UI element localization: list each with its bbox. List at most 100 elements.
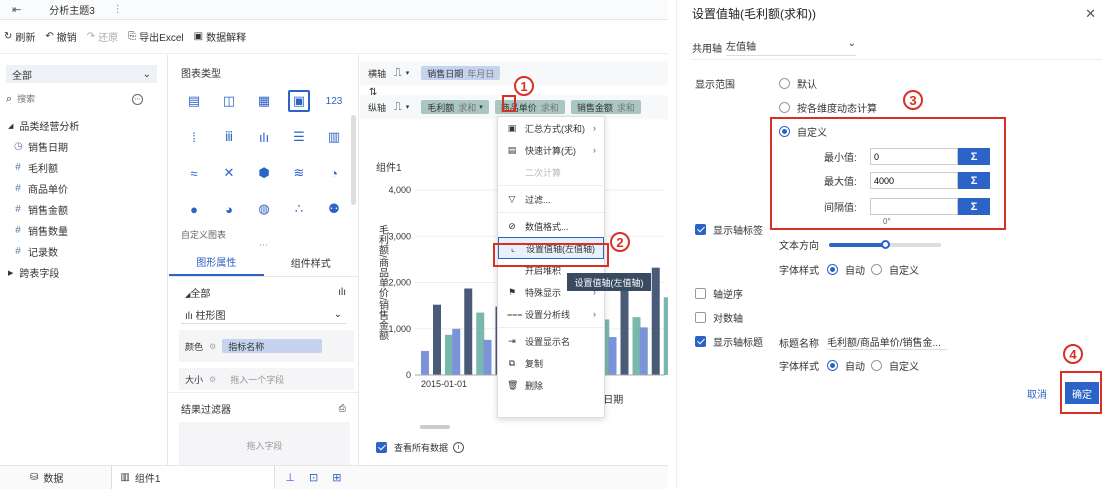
chevron-down-icon: ⌄ [142, 68, 151, 80]
area-chart-icon[interactable]: ≋ [288, 162, 310, 184]
kpi-icon[interactable]: ▣ [288, 90, 310, 112]
scatter-icon[interactable]: ∴ [288, 198, 310, 220]
close-icon[interactable]: ✕ [1085, 6, 1096, 22]
line-chart-icon[interactable]: ≈ [183, 162, 205, 184]
menu-item[interactable]: ⊘ 数值格式... [498, 215, 604, 237]
slider-handle[interactable] [881, 239, 890, 249]
add-story-icon[interactable]: ⊞ [332, 471, 341, 484]
reverse-axis-checkbox[interactable]: 轴逆序 [695, 286, 743, 301]
filter-settings-icon[interactable]: ⎙ [339, 403, 346, 414]
funnel-icon[interactable]: ◍ [253, 198, 275, 220]
step-badge-1: 1 [514, 76, 534, 96]
field-item[interactable]: # 毛利额 [0, 157, 167, 178]
show-axis-label-checkbox[interactable]: 显示轴标签 [695, 222, 763, 237]
chevron-down-icon: ▾ [405, 104, 410, 111]
prop-scrollbar[interactable] [351, 115, 356, 205]
exit-icon[interactable]: ⇤ [12, 3, 21, 16]
pie-chart-icon[interactable]: ● [183, 198, 205, 220]
drag-handle[interactable]: ⋯ [169, 241, 358, 250]
pill-dropdown-icon[interactable]: ▾ [479, 103, 483, 111]
tab-data[interactable]: ⛁ 数据 [30, 470, 63, 485]
title-font-auto-radio[interactable]: 自动 [827, 358, 865, 373]
chart-hscrollbar[interactable] [420, 425, 450, 429]
tab-component-style[interactable]: 组件样式 [264, 249, 359, 276]
table-icon[interactable]: ▤ [183, 90, 205, 112]
size-gear-icon[interactable]: ⚙ [209, 375, 216, 384]
text-direction-slider[interactable] [829, 239, 941, 249]
info-icon[interactable]: i [453, 442, 465, 453]
horizontal-bar-icon[interactable]: ☰ [288, 126, 310, 148]
size-drop-zone[interactable]: 拖入一个字段 [230, 373, 284, 386]
search-input[interactable] [17, 94, 128, 104]
export-excel-button[interactable]: ⎘ 导出Excel [128, 29, 183, 44]
add-dashboard-icon[interactable]: ⊡ [309, 471, 318, 484]
axis-type-icon[interactable]: ⎍ [394, 67, 402, 80]
more-icon[interactable]: ⋮ [113, 4, 123, 15]
field-item[interactable]: # 销售金额 [0, 199, 167, 220]
cross-table-icon[interactable]: ◫ [218, 90, 240, 112]
show-axis-title-checkbox[interactable]: 显示轴标题 [695, 334, 763, 349]
field-item[interactable]: ◷ 销售日期 [0, 136, 167, 157]
add-component-icon[interactable]: ⊥ [285, 471, 295, 484]
menu-item[interactable]: ⇥ 设置显示名 [498, 330, 604, 352]
tab-analysis-subject[interactable]: 分析主题3 [49, 2, 95, 17]
show-all-data-checkbox[interactable] [376, 442, 387, 453]
menu-item[interactable]: ▽ 过滤... [498, 188, 604, 210]
title-font-custom-radio[interactable]: 自定义 [871, 358, 919, 373]
scope-select[interactable]: 全部 ⌄ [6, 65, 157, 83]
dot-matrix-icon[interactable]: ⁞ [183, 126, 205, 148]
font-custom-radio[interactable]: 自定义 [871, 262, 919, 277]
axis-type-icon[interactable]: ⎍ [394, 101, 402, 114]
log-axis-checkbox[interactable]: 对数轴 [695, 310, 743, 325]
chevron-right-icon: › [593, 123, 596, 133]
menu-item[interactable]: ▤ 快速计算(无) › [498, 139, 604, 161]
cancel-button[interactable]: 取消 [1018, 382, 1056, 404]
color-field-pill[interactable]: 指标名称 [222, 339, 323, 353]
font-auto-radio[interactable]: 自动 [827, 262, 865, 277]
shared-axis-select[interactable]: 左值轴 ⌄ [726, 38, 856, 56]
donut-chart-icon[interactable]: ◕ [218, 198, 240, 220]
menu-item[interactable]: ⧉ 复制 [498, 352, 604, 374]
grouped-bar-icon[interactable]: ⅲ [218, 126, 240, 148]
y-field-pill[interactable]: 毛利额 求和 ▾ [421, 100, 489, 114]
refresh-button[interactable]: ↻ 刷新 [4, 29, 35, 44]
tab-component[interactable]: ▥ 组件1 [111, 465, 276, 489]
range-default-radio[interactable]: 默认 [779, 76, 817, 91]
x-field-pill[interactable]: 销售日期 年月日 [421, 66, 501, 80]
undo-button[interactable]: ↶ 撤销 [45, 29, 76, 44]
chart-kind-select[interactable]: ılı 柱形图 ⌄ [181, 306, 346, 324]
all-row[interactable]: ◢全部 ılı [169, 277, 358, 300]
bubble-icon[interactable]: ⚉ [323, 198, 345, 220]
more-options-icon[interactable]: ⋯ [132, 93, 144, 105]
stacked-bar-icon[interactable]: ▥ [323, 126, 345, 148]
detail-table-icon[interactable]: ▦ [253, 90, 275, 112]
font-style-row: 字体样式 自动 自定义 [779, 262, 919, 277]
bar-chart-icon[interactable]: ılı [253, 126, 275, 148]
add-tab-group: ⊥ ⊡ ⊞ [285, 471, 341, 484]
range-dynamic-radio[interactable]: 按各维度动态计算 [779, 100, 877, 115]
field-item[interactable]: # 商品单价 [0, 178, 167, 199]
radar-icon[interactable]: ⬢ [253, 162, 275, 184]
tab-graph-attributes[interactable]: 图形属性 [169, 249, 264, 276]
menu-item: 二次计算 [525, 167, 562, 178]
group-category-analysis[interactable]: ◢ 品类经营分析 [0, 115, 167, 136]
redo-button[interactable]: ↷ 还原 [87, 29, 118, 44]
date-field-icon: ◷ [14, 141, 23, 152]
color-gear-icon[interactable]: ⚙ [209, 342, 216, 351]
field-item[interactable]: # 销售数量 [0, 220, 167, 241]
data-interpret-button[interactable]: ▣ 数据解释 [194, 29, 246, 44]
component-title: 组件1 [376, 163, 402, 174]
filter-drop-zone[interactable]: 拖入字段 [179, 422, 350, 468]
show-all-data-row: 查看所有数据 i [376, 441, 465, 454]
field-item[interactable]: # 记录数 [0, 241, 167, 262]
property-panel: 图表类型 ▤ ◫ ▦ ▣ 123 ⁞ ⅲ ılı ☰ ▥ ≈ ✕ ⬢ ≋ ◔ ● ◕ ◍ ∴ ⚉ 自定义图表 ⋯ 图形… [169, 55, 359, 468]
cross-icon[interactable]: ✕ [218, 162, 240, 184]
menu-item[interactable]: ▣ 汇总方式(求和) › [498, 117, 604, 139]
y-field-pill[interactable]: 销售金额 求和 [570, 100, 641, 114]
cross-table-fields[interactable]: ▶ 跨表字段 [0, 262, 167, 283]
menu-item[interactable]: ⩶ 设置分析线 › [498, 303, 604, 325]
number-icon[interactable]: 123 [323, 90, 345, 112]
menu-item[interactable]: 🗑 删除 [498, 374, 604, 396]
title-name-input[interactable]: 毛利额/商品单价/销售金... [827, 334, 947, 350]
gauge-icon[interactable]: ◔ [323, 162, 345, 184]
